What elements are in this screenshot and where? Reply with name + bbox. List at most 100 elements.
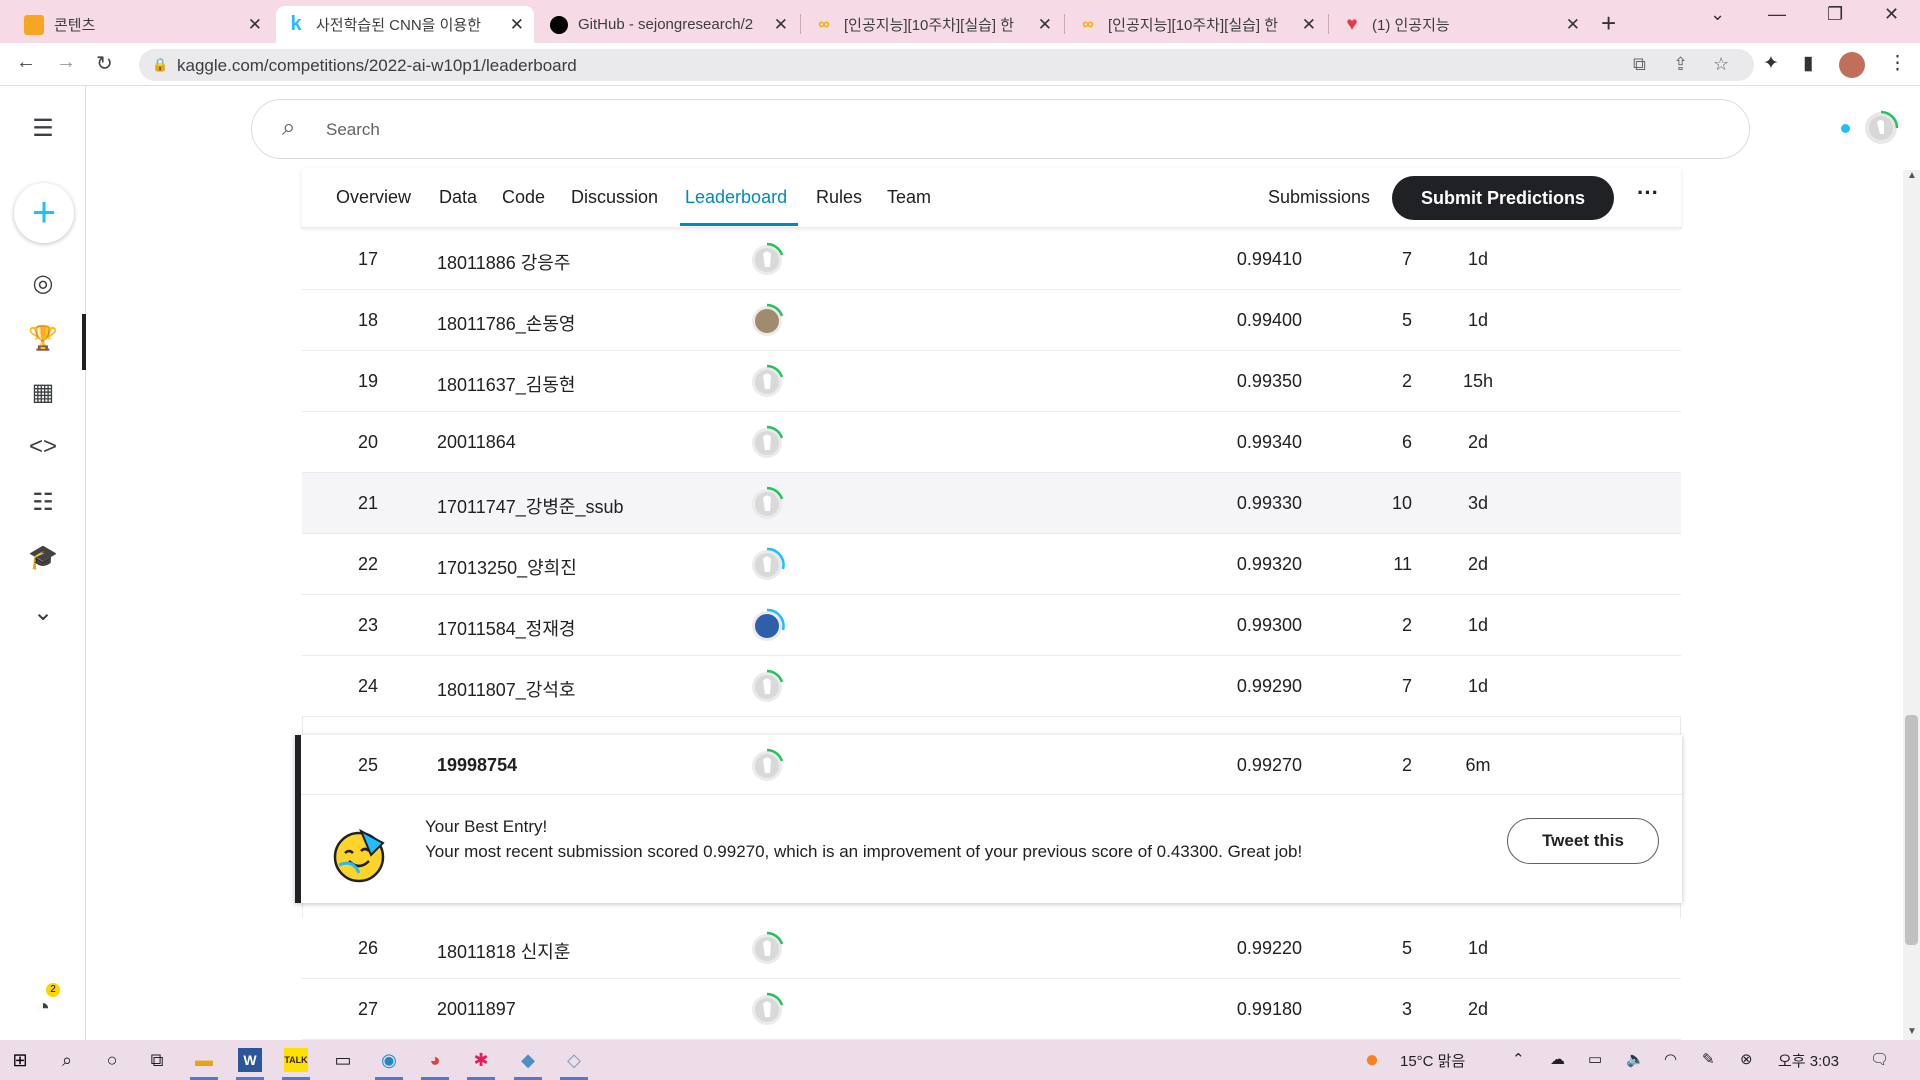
team-name[interactable]: 20011864 <box>437 432 516 453</box>
volume-icon[interactable]: 🔈 <box>1626 1050 1645 1068</box>
browser-profile-avatar[interactable] <box>1839 52 1865 78</box>
weather-text[interactable]: 15°C 맑음 <box>1400 1050 1465 1071</box>
team-name[interactable]: 18011807_강석호 <box>437 676 575 702</box>
back-icon[interactable]: ← <box>16 51 36 74</box>
lock-icon[interactable]: 🔒 <box>152 57 168 73</box>
team-avatar[interactable] <box>747 667 787 707</box>
team-name[interactable]: 17013250_양희진 <box>437 554 577 580</box>
tab-code[interactable]: Code <box>502 187 545 208</box>
app-icon[interactable]: ◇ <box>562 1048 586 1072</box>
user-avatar[interactable] <box>1863 110 1899 146</box>
tab-leaderboard[interactable]: Leaderboard <box>685 187 787 208</box>
tweet-this-button[interactable]: Tweet this <box>1507 818 1659 864</box>
network-off-icon[interactable]: ⊗ <box>1740 1050 1753 1068</box>
create-button[interactable]: + <box>14 183 74 243</box>
app-icon[interactable]: ◆ <box>516 1048 540 1072</box>
browser-tab[interactable]: ∞ [인공지능][10주차][실습] 한 ✕ <box>1068 6 1326 43</box>
page-scrollbar[interactable]: ▲ ▼ <box>1903 170 1920 1040</box>
team-avatar[interactable] <box>747 545 787 585</box>
translate-icon[interactable]: ⧉ <box>1633 54 1646 75</box>
browser-tab[interactable]: 콘텐츠 ✕ <box>14 6 272 43</box>
windows-start-icon[interactable]: ⊞ <box>8 1048 32 1072</box>
side-panel-icon[interactable]: ▮ <box>1803 52 1813 75</box>
close-tab-icon[interactable]: ✕ <box>1302 15 1316 35</box>
battery-icon[interactable]: ▭ <box>1588 1050 1602 1068</box>
pen-icon[interactable]: ✎ <box>1702 1050 1715 1068</box>
tab-data[interactable]: Data <box>439 187 477 208</box>
weather-sun-icon[interactable]: ● <box>1360 1048 1384 1072</box>
team-avatar[interactable] <box>747 362 787 402</box>
browser-tab-active[interactable]: k 사전학습된 CNN을 이용한 ✕ <box>276 6 534 43</box>
more-options-icon[interactable]: ··· <box>1637 180 1659 206</box>
trophy-icon[interactable]: 🏆 <box>0 324 86 353</box>
table-row[interactable]: 19 18011637_김동현 0.99350 2 15h <box>302 351 1681 412</box>
close-tab-icon[interactable]: ✕ <box>248 15 262 35</box>
extensions-puzzle-icon[interactable]: ✦ <box>1763 52 1779 75</box>
hamburger-menu-icon[interactable]: ☰ <box>0 114 86 143</box>
tab-search-icon[interactable]: ⌄ <box>1710 4 1725 25</box>
notifications-icon[interactable]: 🗨 <box>1870 1050 1889 1068</box>
share-icon[interactable]: ⇪ <box>1673 54 1688 75</box>
word-icon[interactable]: W <box>238 1048 262 1072</box>
browser-menu-icon[interactable]: ⋮ <box>1888 52 1907 75</box>
omnibox[interactable]: 🔒 kaggle.com/competitions/2022-ai-w10p1/… <box>139 49 1754 81</box>
task-view-icon[interactable]: ⧉ <box>145 1048 169 1072</box>
onedrive-icon[interactable]: ☁ <box>1550 1050 1565 1068</box>
close-tab-icon[interactable]: ✕ <box>774 15 788 35</box>
slack-icon[interactable]: ✱ <box>469 1048 493 1072</box>
clock-text[interactable]: 오후 3:03 <box>1778 1050 1839 1071</box>
search-placeholder[interactable]: Search <box>326 120 380 140</box>
kakaotalk-icon[interactable]: TALK <box>284 1048 308 1072</box>
new-tab-button[interactable]: + <box>1601 8 1616 39</box>
team-avatar[interactable] <box>747 746 787 786</box>
wifi-icon[interactable]: ◠ <box>1664 1050 1677 1068</box>
table-row[interactable]: 24 18011807_강석호 0.99290 7 1d <box>302 656 1681 717</box>
tab-discussion[interactable]: Discussion <box>571 187 658 208</box>
history-icon[interactable]: ◔ <box>0 994 86 1022</box>
restore-button[interactable]: ❐ <box>1827 4 1843 25</box>
url-text[interactable]: kaggle.com/competitions/2022-ai-w10p1/le… <box>177 56 577 76</box>
browser-tab[interactable]: ♥ (1) 인공지능 ✕ <box>1332 6 1590 43</box>
close-tab-icon[interactable]: ✕ <box>510 15 524 35</box>
table-row-own[interactable]: 25 19998754 0.99270 2 6m <box>301 735 1682 795</box>
table-row[interactable]: 17 18011886 강응주 0.99410 7 1d <box>302 229 1681 290</box>
team-name[interactable]: 17011747_강병준_ssub <box>437 493 623 519</box>
table-icon[interactable]: ▦ <box>0 378 86 407</box>
table-row[interactable]: 20 20011864 0.99340 6 2d <box>302 412 1681 473</box>
team-name[interactable]: 18011886 강응주 <box>437 249 570 275</box>
table-row[interactable]: 22 17013250_양희진 0.99320 11 2d <box>302 534 1681 595</box>
taskbar-search-icon[interactable]: ⌕ <box>55 1048 79 1072</box>
tray-chevron-icon[interactable]: ⌃ <box>1512 1050 1525 1068</box>
table-row[interactable]: 26 18011818 신지훈 0.99220 5 1d <box>302 918 1681 979</box>
tab-team[interactable]: Team <box>887 187 931 208</box>
team-avatar[interactable] <box>747 484 787 524</box>
discussion-icon[interactable]: ☷ <box>0 488 86 517</box>
team-avatar[interactable] <box>747 606 787 646</box>
tab-rules[interactable]: Rules <box>816 187 862 208</box>
submissions-link[interactable]: Submissions <box>1268 187 1370 208</box>
minimize-button[interactable]: — <box>1768 4 1786 25</box>
close-tab-icon[interactable]: ✕ <box>1038 15 1052 35</box>
team-avatar[interactable] <box>747 301 787 341</box>
close-tab-icon[interactable]: ✕ <box>1566 15 1580 35</box>
team-avatar[interactable] <box>747 423 787 463</box>
table-row[interactable]: 27 20011897 0.99180 3 2d <box>302 979 1681 1040</box>
scroll-down-arrow[interactable]: ▼ <box>1907 1026 1917 1037</box>
table-row[interactable]: 18 18011786_손동영 0.99400 5 1d <box>302 290 1681 351</box>
close-window-button[interactable]: ✕ <box>1884 4 1899 25</box>
learn-cap-icon[interactable]: 🎓 <box>0 543 86 572</box>
team-name[interactable]: 20011897 <box>437 999 516 1020</box>
bookmark-star-icon[interactable]: ☆ <box>1713 54 1729 75</box>
code-icon[interactable]: <> <box>0 433 86 461</box>
file-explorer-icon[interactable]: ▬ <box>192 1048 216 1072</box>
team-name[interactable]: 18011818 신지훈 <box>437 938 570 964</box>
chrome-icon[interactable]: ◕ <box>423 1048 447 1072</box>
team-name[interactable]: 17011584_정재경 <box>437 615 575 641</box>
table-row[interactable]: 23 17011584_정재경 0.99300 2 1d <box>302 595 1681 656</box>
search-box[interactable]: ⌕ Search <box>251 99 1750 159</box>
team-name[interactable]: 19998754 <box>437 755 517 776</box>
reload-icon[interactable]: ↻ <box>96 51 113 76</box>
team-avatar[interactable] <box>747 929 787 969</box>
submit-predictions-button[interactable]: Submit Predictions <box>1392 176 1614 220</box>
team-name[interactable]: 18011786_손동영 <box>437 310 575 336</box>
